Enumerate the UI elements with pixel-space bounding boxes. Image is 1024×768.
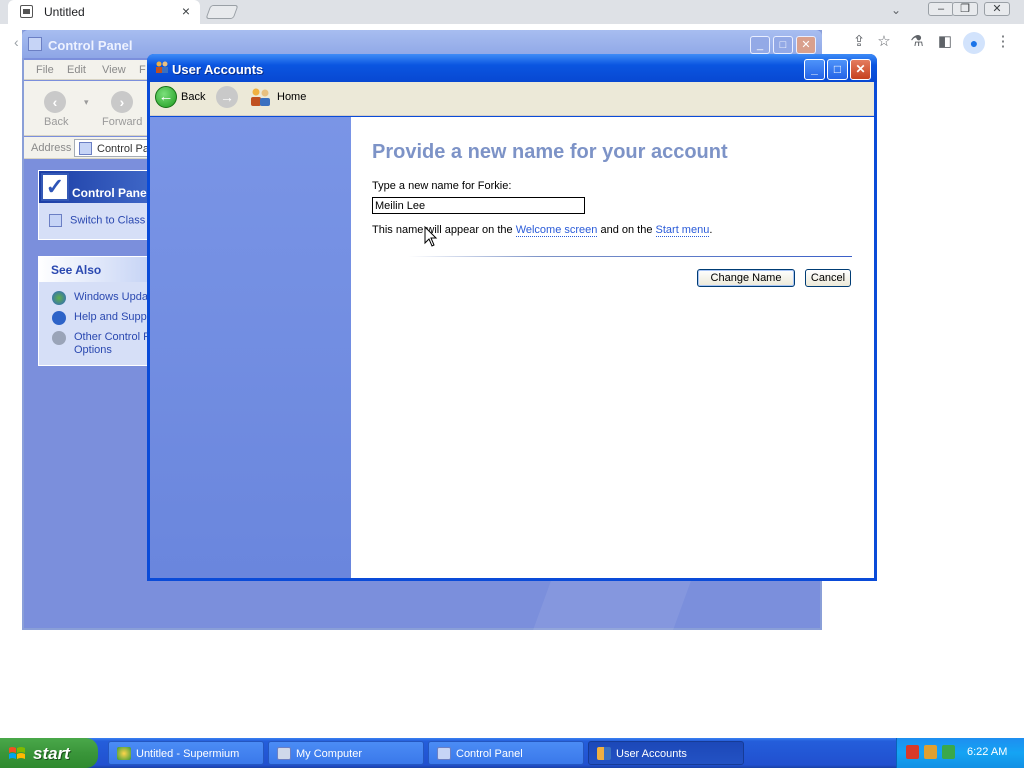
control-panel-icon — [28, 37, 42, 51]
cp-back-icon[interactable]: ‹ — [44, 91, 66, 113]
new-name-prompt: Type a new name for Forkie: — [372, 180, 512, 192]
taskbar-item-control-panel[interactable]: Control Panel — [428, 741, 584, 765]
see-also-header: See Also — [39, 257, 151, 282]
taskbar-item-label: Untitled - Supermium — [136, 748, 240, 760]
page-icon — [20, 5, 33, 18]
taskbar-item-my-computer[interactable]: My Computer — [268, 741, 424, 765]
browser-restore-button[interactable]: ❐ — [952, 2, 978, 16]
see-also-title: See Also — [51, 263, 102, 277]
taskbar-item-label: My Computer — [296, 748, 363, 760]
cp-back-label: Back — [44, 116, 69, 128]
switch-view-icon — [49, 214, 62, 227]
control-panel-title: Control Panel — [48, 38, 133, 53]
see-also-windows-update[interactable]: Windows Updat — [52, 291, 151, 305]
cp-close-button[interactable]: ✕ — [796, 36, 816, 54]
browser-tab-title: Untitled — [44, 5, 85, 19]
switch-view-link[interactable]: Switch to Class — [49, 214, 145, 227]
user-accounts-icon — [597, 747, 611, 760]
ua-home-button[interactable]: Home — [250, 86, 310, 110]
control-panel-icon — [437, 747, 451, 760]
help-icon — [52, 311, 66, 325]
back-arrow-icon: ← — [155, 86, 177, 108]
address-label: Address — [31, 142, 72, 154]
menu-edit[interactable]: Edit — [67, 64, 86, 76]
ua-back-label: Back — [181, 91, 206, 103]
ua-home-label: Home — [277, 91, 307, 103]
cp-forward-label: Forward — [102, 116, 143, 128]
browser-icon — [117, 747, 131, 760]
start-menu-link[interactable]: Start menu — [655, 224, 710, 237]
cp-back-dropdown-icon[interactable]: ▾ — [84, 97, 89, 108]
gear-icon — [52, 331, 66, 345]
switch-view-label: Switch to Class — [70, 214, 146, 227]
computer-icon — [277, 747, 291, 760]
clock: 6:22 AM — [967, 746, 1008, 758]
windows-logo-icon — [9, 747, 25, 759]
address-value: Control Pa — [97, 143, 149, 155]
share-icon[interactable]: ⇪ — [850, 33, 868, 51]
volume-icon[interactable] — [942, 745, 955, 759]
security-shield-icon[interactable] — [906, 745, 919, 759]
menu-icon[interactable]: ⋮ — [994, 33, 1012, 51]
start-label: start — [33, 744, 70, 763]
page-title: Provide a new name for your account — [372, 141, 728, 163]
note-suffix: . — [709, 224, 713, 236]
see-also-help[interactable]: Help and Suppo — [52, 311, 153, 325]
new-name-input[interactable] — [372, 197, 585, 214]
network-icon[interactable] — [924, 745, 937, 759]
tab-close-icon[interactable]: × — [178, 3, 194, 19]
star-icon[interactable]: ☆ — [875, 33, 893, 51]
ua-maximize-button[interactable]: □ — [827, 59, 848, 80]
see-also-item-label: Help and Suppo — [74, 311, 153, 323]
see-also-box: See Also Windows Updat Help and Suppo Ot… — [38, 256, 153, 366]
start-button[interactable]: start — [0, 738, 98, 768]
taskbar-item-label: User Accounts — [616, 748, 687, 760]
control-panel-small-icon — [79, 142, 92, 155]
see-also-item-label: Other Control P — [74, 331, 151, 343]
windows-update-icon — [52, 291, 66, 305]
tab-search-dropdown-icon[interactable]: ⌄ — [888, 3, 904, 17]
cancel-button[interactable]: Cancel — [805, 269, 851, 287]
user-accounts-icon — [156, 61, 168, 73]
taskbar-item-label: Control Panel — [456, 748, 523, 760]
see-also-options-label[interactable]: Options — [74, 344, 112, 357]
note-prefix: This name will appear on the — [372, 224, 516, 236]
ua-forward-icon[interactable]: → — [216, 86, 238, 108]
user-accounts-sidebar — [150, 117, 351, 578]
menu-view[interactable]: View — [102, 64, 126, 76]
taskbar-item-supermium[interactable]: Untitled - Supermium — [108, 741, 264, 765]
see-also-other-options[interactable]: Other Control P — [52, 331, 150, 345]
note-middle: and on the — [597, 224, 656, 236]
ua-minimize-button[interactable]: _ — [804, 59, 825, 80]
menu-file[interactable]: File — [36, 64, 54, 76]
browser-close-button[interactable]: ✕ — [984, 2, 1010, 16]
cp-maximize-button[interactable]: □ — [773, 36, 793, 54]
see-also-item-label: Windows Updat — [74, 291, 152, 303]
ua-close-button[interactable]: ✕ — [850, 59, 871, 80]
profile-icon[interactable]: ● — [963, 32, 985, 54]
menu-favorites[interactable]: F — [139, 64, 146, 76]
content-divider — [408, 256, 852, 257]
control-panel-task-box: ✓ Control Panel Switch to Class — [38, 170, 151, 240]
control-panel-box-title: Control Panel — [72, 186, 151, 200]
browser-minimize-button[interactable]: – — [928, 2, 954, 16]
cp-minimize-button[interactable]: _ — [750, 36, 770, 54]
checkmark-icon: ✓ — [41, 173, 69, 201]
change-name-button[interactable]: Change Name — [697, 269, 795, 287]
user-accounts-titlebar[interactable]: User Accounts — [147, 54, 877, 82]
welcome-screen-link[interactable]: Welcome screen — [515, 224, 598, 237]
ua-back-button[interactable]: ← Back — [155, 86, 210, 110]
control-panel-box-header: ✓ Control Panel — [39, 171, 151, 203]
sidebar-icon[interactable]: ◧ — [936, 33, 954, 51]
taskbar-item-user-accounts[interactable]: User Accounts — [588, 741, 744, 765]
browser-tab[interactable]: Untitled × — [8, 0, 200, 24]
page-back-arrow-icon[interactable]: ‹ — [14, 34, 19, 50]
cp-forward-icon[interactable]: › — [111, 91, 133, 113]
new-tab-button[interactable] — [205, 5, 239, 19]
user-accounts-title: User Accounts — [172, 62, 264, 77]
mouse-cursor-icon — [424, 226, 438, 247]
flask-icon[interactable]: ⚗ — [908, 33, 926, 51]
home-users-icon — [251, 88, 270, 106]
